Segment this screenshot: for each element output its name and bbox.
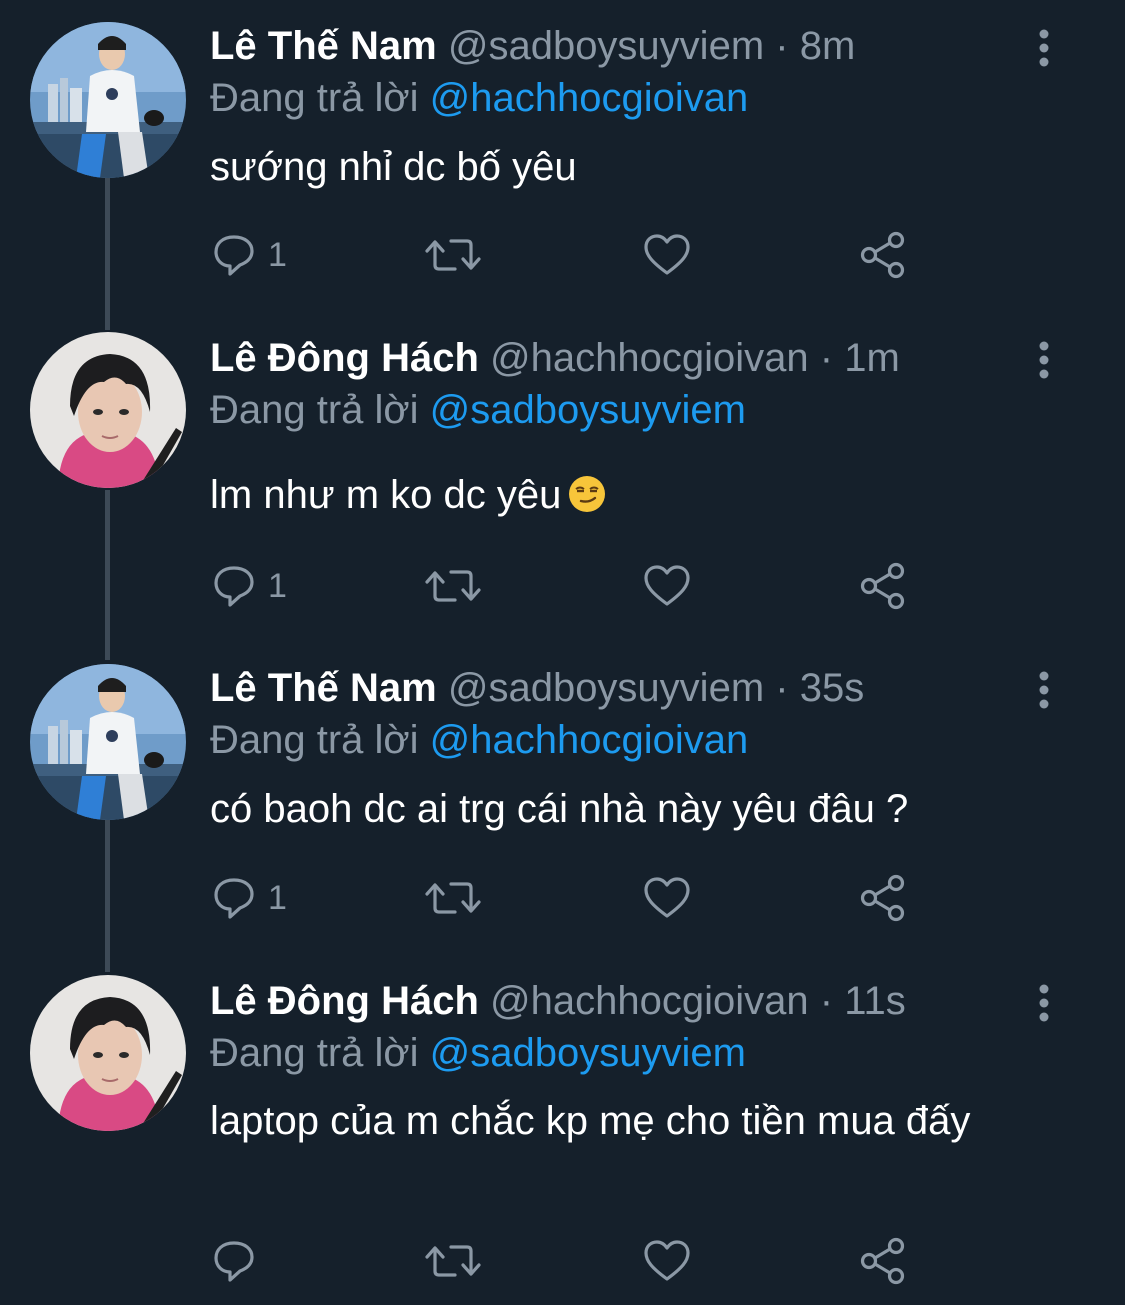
share-icon [860,231,905,279]
retweet-icon [425,570,481,602]
separator-dot: · [775,666,789,710]
reply-count: 1 [268,235,287,274]
user-handle[interactable]: @sadboysuyviem [448,666,764,710]
smirking-face-emoji-icon [569,476,606,512]
retweet-button[interactable] [425,556,481,616]
tweet-header: Lê Thế Nam @sadboysuyviem · 35s [210,664,864,712]
replying-to: Đang trả lời @sadboysuyviem [210,386,746,434]
like-button[interactable] [642,225,692,285]
timestamp[interactable]: 35s [800,666,865,710]
user-handle[interactable]: @sadboysuyviem [448,24,764,68]
tweet-actions: 1 [210,556,930,616]
tweet-text-row: lm như m ko dc yêu [210,472,1030,518]
tweet-text: có baoh dc ai trg cái nhà này yêu đâu ? [210,787,909,831]
avatar-photo-icon [30,332,186,488]
share-icon [860,1237,905,1285]
reply-count: 1 [268,878,287,917]
reply-icon [214,235,254,276]
like-button[interactable] [642,1231,692,1291]
heart-icon [644,234,690,275]
avatar-photo-icon [30,664,186,820]
replying-to-label: Đang trả lời [210,76,419,120]
tweet-4[interactable]: Lê Đông Hách @hachhocgioivan · 11s Đang … [0,955,1125,1305]
timestamp[interactable]: 1m [844,336,900,380]
avatar-photo-icon [30,22,186,178]
timestamp[interactable]: 11s [844,979,906,1023]
reply-icon [214,878,254,919]
avatar[interactable] [30,22,186,178]
more-options-icon[interactable] [1030,983,1058,1023]
retweet-button[interactable] [425,225,481,285]
tweet-text: lm như m ko dc yêu [210,473,562,517]
display-name[interactable]: Lê Thế Nam [210,666,437,710]
replying-to-label: Đang trả lời [210,1031,419,1075]
retweet-button[interactable] [425,1231,481,1291]
user-handle[interactable]: @hachhocgioivan [490,979,809,1023]
like-button[interactable] [642,556,692,616]
reply-mention-link[interactable]: @sadboysuyviem [430,388,746,432]
share-icon [860,874,905,922]
user-handle[interactable]: @hachhocgioivan [490,336,809,380]
replying-to-label: Đang trả lời [210,718,419,762]
more-options-icon[interactable] [1030,340,1058,380]
tweet-3[interactable]: Lê Thế Nam @sadboysuyviem · 35s Đang trả… [0,642,1125,972]
reply-icon [214,566,254,607]
display-name[interactable]: Lê Đông Hách [210,979,479,1023]
tweet-text: laptop của m chắc kp mẹ cho tiền mua đấy [210,1099,971,1143]
share-button[interactable] [858,1231,908,1291]
replying-to: Đang trả lời @hachhocgioivan [210,74,748,122]
share-button[interactable] [858,868,908,928]
tweet-actions: 1 [210,225,930,285]
separator-dot: · [775,24,789,68]
like-button[interactable] [642,868,692,928]
reply-button[interactable]: 1 [210,556,287,616]
tweet-text: sướng nhỉ dc bố yêu [210,145,577,189]
heart-icon [644,565,690,606]
tweet-header: Lê Thế Nam @sadboysuyviem · 8m [210,22,855,70]
more-options-icon[interactable] [1030,28,1058,68]
share-button[interactable] [858,225,908,285]
more-options-icon[interactable] [1030,670,1058,710]
reply-count: 1 [268,566,287,605]
tweet-header: Lê Đông Hách @hachhocgioivan · 11s [210,977,906,1025]
heart-icon [644,1240,690,1281]
reply-mention-link[interactable]: @sadboysuyviem [430,1031,746,1075]
retweet-icon [425,882,481,914]
tweet-header: Lê Đông Hách @hachhocgioivan · 1m [210,334,900,382]
heart-icon [644,877,690,918]
tweet-actions: 1 [210,868,930,928]
tweet-1[interactable]: Lê Thế Nam @sadboysuyviem · 8m Đang trả … [0,0,1125,330]
retweet-button[interactable] [425,868,481,928]
reply-button[interactable]: 1 [210,868,287,928]
share-icon [860,562,905,610]
reply-button[interactable]: 1 [210,225,287,285]
display-name[interactable]: Lê Thế Nam [210,24,437,68]
avatar[interactable] [30,664,186,820]
reply-mention-link[interactable]: @hachhocgioivan [430,76,749,120]
replying-to: Đang trả lời @sadboysuyviem [210,1029,746,1077]
tweet-2[interactable]: Lê Đông Hách @hachhocgioivan · 1m Đang t… [0,312,1125,642]
avatar[interactable] [30,975,186,1131]
share-button[interactable] [858,556,908,616]
retweet-icon [425,239,481,271]
reply-button[interactable] [210,1231,268,1291]
reply-icon [214,1241,254,1282]
avatar-photo-icon [30,975,186,1131]
separator-dot: · [819,336,834,380]
display-name[interactable]: Lê Đông Hách [210,336,479,380]
replying-to-label: Đang trả lời [210,388,419,432]
timestamp[interactable]: 8m [800,24,856,68]
replying-to: Đang trả lời @hachhocgioivan [210,716,748,764]
separator-dot: · [819,979,834,1023]
avatar[interactable] [30,332,186,488]
retweet-icon [425,1245,481,1277]
reply-mention-link[interactable]: @hachhocgioivan [430,718,749,762]
tweet-actions [210,1231,930,1291]
